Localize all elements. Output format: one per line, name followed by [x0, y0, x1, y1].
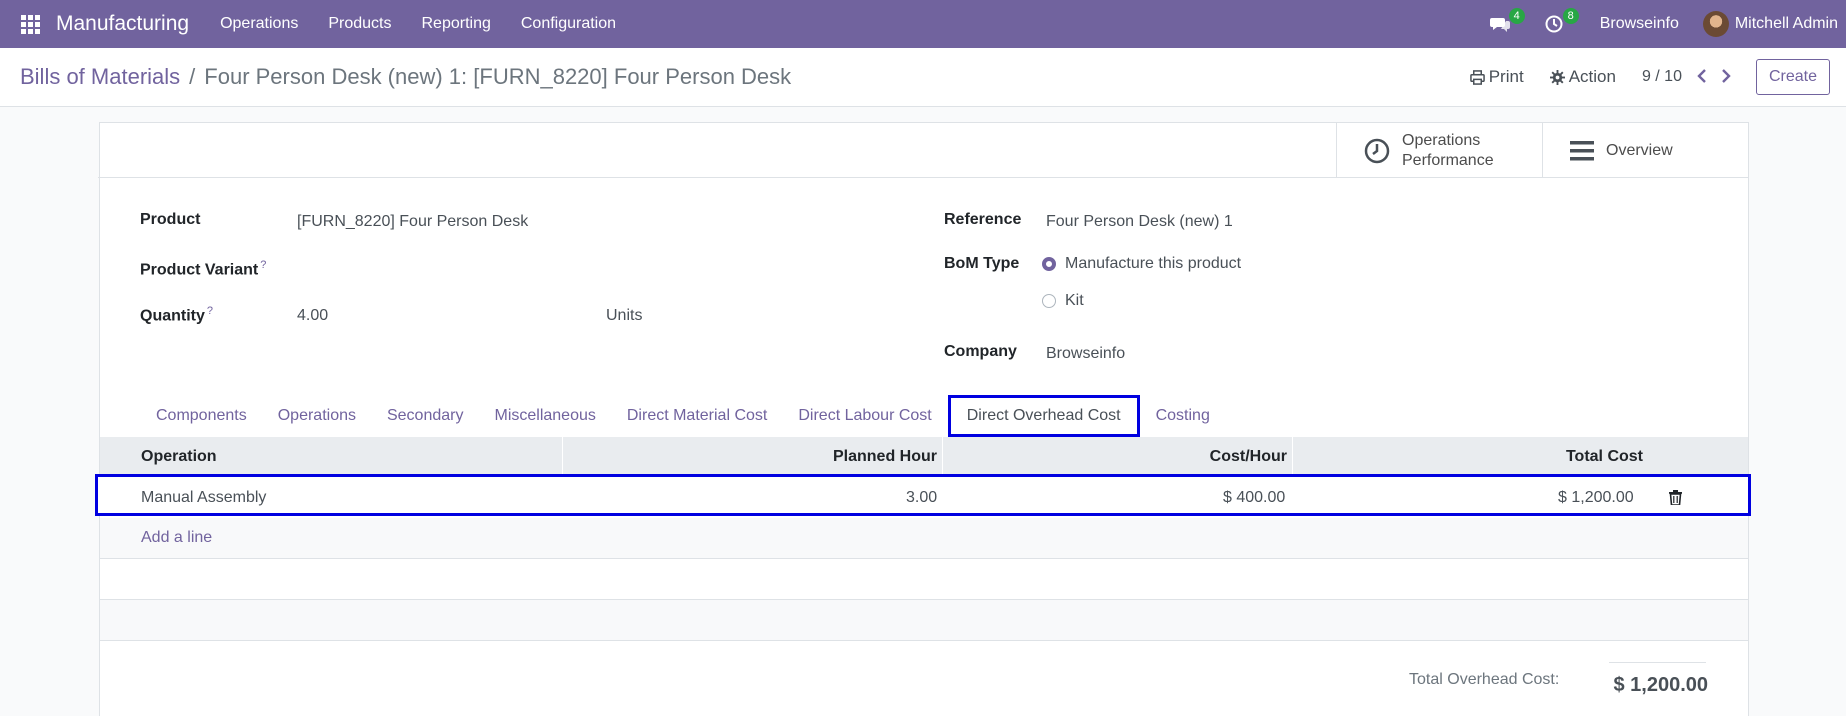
tab-direct-overhead-cost[interactable]: Direct Overhead Cost [947, 395, 1140, 437]
print-label: Print [1488, 67, 1524, 86]
total-overhead-value: $ 1,200.00 [1613, 674, 1708, 696]
bom-type-manufacture-label: Manufacture this product [1065, 255, 1242, 272]
clock-icon [1545, 15, 1563, 33]
menu-products[interactable]: Products [313, 15, 406, 33]
product-variant-label-text: Product Variant [140, 261, 259, 279]
tab-secondary[interactable]: Secondary [372, 396, 479, 436]
menu-reporting[interactable]: Reporting [406, 15, 505, 33]
operations-performance-button[interactable]: Operations Performance [1336, 123, 1542, 178]
row-cost-hour[interactable]: $ 400.00 [1223, 489, 1285, 507]
col-cost-hour[interactable]: Cost/Hour [943, 437, 1293, 477]
col-operation[interactable]: Operation [100, 437, 563, 477]
overview-button[interactable]: Overview [1542, 123, 1748, 178]
reference-field[interactable]: Four Person Desk (new) 1 [1046, 213, 1233, 231]
menu-operations[interactable]: Operations [205, 15, 313, 33]
messages-button[interactable]: 4 [1486, 8, 1525, 38]
col-planned-hour[interactable]: Planned Hour [563, 437, 943, 477]
tab-miscellaneous[interactable]: Miscellaneous [479, 396, 610, 436]
print-button[interactable]: Print [1469, 67, 1524, 87]
menu-configuration[interactable]: Configuration [506, 15, 631, 33]
activities-badge: 8 [1562, 8, 1579, 24]
create-button[interactable]: Create [1755, 59, 1830, 95]
company-switcher[interactable]: Browseinfo [1600, 15, 1679, 33]
add-line-link[interactable]: Add a line [141, 529, 212, 547]
col-total-cost[interactable]: Total Cost [1293, 437, 1643, 477]
total-overhead-label: Total Overhead Cost: [1409, 671, 1560, 688]
activities-button[interactable]: 8 [1540, 8, 1579, 38]
apps-menu-icon[interactable] [21, 14, 41, 34]
bars-icon [1570, 140, 1594, 160]
product-field[interactable]: [FURN_8220] Four Person Desk [297, 213, 528, 231]
action-button[interactable]: Action [1549, 67, 1616, 87]
clock-icon [1364, 138, 1390, 163]
radio-checked-icon [1042, 257, 1056, 271]
action-label: Action [1568, 67, 1616, 86]
quantity-label-text: Quantity [140, 307, 205, 325]
top-navbar: Manufacturing Operations Products Report… [0, 0, 1846, 48]
overview-label: Overview [1606, 141, 1673, 159]
bom-type-label: BoM Type [944, 255, 1020, 272]
company-field[interactable]: Browseinfo [1046, 345, 1125, 363]
total-divider [1609, 662, 1706, 663]
user-avatar[interactable] [1702, 11, 1729, 37]
radio-unchecked-icon [1042, 294, 1056, 308]
row-operation[interactable]: Manual Assembly [141, 489, 266, 507]
messages-badge: 4 [1508, 8, 1525, 24]
quantity-label: Quantity? [140, 305, 213, 325]
tab-components[interactable]: Components [99, 396, 262, 436]
control-panel: Bills of Materials / Four Person Desk (n… [0, 48, 1846, 107]
breadcrumb-parent[interactable]: Bills of Materials [20, 64, 180, 90]
table-header: Operation Planned Hour Cost/Hour Total C… [100, 437, 1748, 477]
breadcrumb-separator: / [189, 64, 196, 89]
row-planned-hour[interactable]: 3.00 [906, 489, 937, 507]
row-total-cost[interactable]: $ 1,200.00 [1558, 489, 1634, 507]
reference-label: Reference [944, 211, 1022, 228]
gear-icon [1549, 69, 1565, 85]
tab-operations[interactable]: Operations [263, 396, 371, 436]
product-variant-label: Product Variant? [140, 259, 266, 279]
pager-next-icon[interactable] [1721, 67, 1731, 88]
operations-performance-line1: Operations [1402, 131, 1481, 149]
app-name[interactable]: Manufacturing [56, 12, 189, 36]
tab-direct-labour-cost[interactable]: Direct Labour Cost [783, 396, 946, 436]
add-line-row [100, 518, 1748, 558]
smart-button-box: Operations Performance Overview [98, 123, 1748, 178]
company-label: Company [944, 343, 1017, 360]
row-divider [100, 640, 1748, 641]
notebook-tabs: Components Operations Secondary Miscella… [99, 395, 1226, 437]
empty-row [100, 600, 1748, 640]
user-menu[interactable]: Mitchell Admin [1735, 15, 1838, 33]
pager-value[interactable]: 9 / 10 [1642, 68, 1682, 86]
quantity-field[interactable]: 4.00 [297, 307, 328, 325]
bom-type-kit-label: Kit [1065, 292, 1084, 309]
tab-direct-material-cost[interactable]: Direct Material Cost [612, 396, 782, 436]
bom-type-kit-radio[interactable]: Kit [1042, 292, 1084, 310]
help-icon[interactable]: ? [260, 259, 266, 271]
operations-performance-line2: Performance [1402, 151, 1494, 169]
uom-field[interactable]: Units [606, 307, 642, 325]
breadcrumb-current: Four Person Desk (new) 1: [FURN_8220] Fo… [204, 64, 792, 89]
main-menu: Operations Products Reporting Configurat… [205, 15, 631, 33]
pager-previous-icon[interactable] [1697, 67, 1707, 88]
tab-costing[interactable]: Costing [1141, 396, 1225, 436]
product-label: Product [140, 211, 201, 228]
printer-icon [1469, 69, 1485, 85]
breadcrumb: Bills of Materials / Four Person Desk (n… [20, 64, 791, 90]
chat-icon [1489, 18, 1510, 32]
row-divider [100, 558, 1748, 559]
bom-type-manufacture-radio[interactable]: Manufacture this product [1042, 255, 1241, 273]
trash-icon[interactable] [1669, 490, 1682, 510]
help-icon[interactable]: ? [207, 305, 213, 317]
